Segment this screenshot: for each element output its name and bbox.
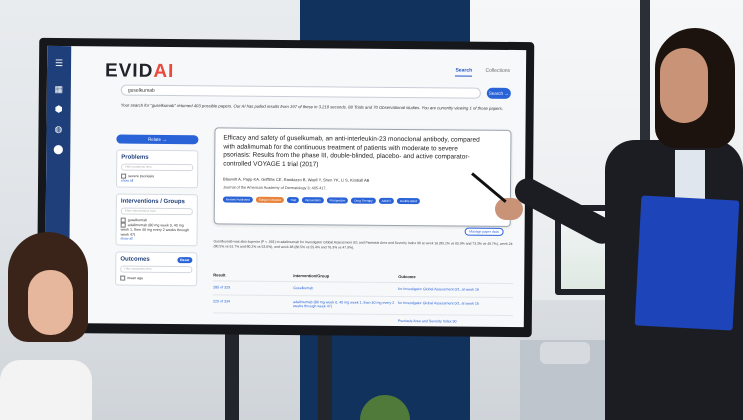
globe-icon[interactable]: ◍	[53, 124, 63, 134]
results-table: Result Intervention/Group Outcome 285 of…	[212, 269, 514, 328]
tv-stand-right	[318, 332, 332, 420]
outcome-cell: for Investigator Global Assessment 0/1, …	[397, 300, 479, 306]
manage-paper-data-button[interactable]: Manage paper data	[464, 227, 504, 236]
intervention-cell: adalimumab (80 mg week 0, 40 mg week 1, …	[292, 299, 395, 309]
search-summary: Your search for "guselkumab" returned 40…	[120, 102, 504, 111]
outcome-item[interactable]: mean age	[120, 276, 192, 282]
evidai-app-screen: ☰ ▦ ⬢ ◍ ⬤ EVIDAI Search Collections guse…	[44, 45, 527, 328]
result-cell: 285 of 329	[213, 285, 231, 290]
intervention-cell	[293, 314, 398, 327]
paper-journal: Journal of the American Academy of Derma…	[222, 185, 327, 191]
paper-authors: Blauvelt A, Papp KA, Griffiths CE, Randa…	[223, 176, 370, 183]
column-header: Intervention/Group	[293, 273, 330, 279]
filter-sidebar: Relate → Problems Filter problems here s…	[115, 134, 199, 293]
paper-tag[interactable]: Review Published	[222, 196, 253, 203]
search-button[interactable]: Search →	[486, 87, 511, 99]
tab-collections[interactable]: Collections	[486, 68, 511, 74]
blue-folder	[634, 195, 740, 331]
paper-title[interactable]: Efficacy and safety of guselkumab, an an…	[223, 134, 483, 170]
intervention-item[interactable]: adalimumab (80 mg week 0, 40 mg week 1, …	[121, 223, 193, 238]
tv-display: ☰ ▦ ⬢ ◍ ⬤ EVIDAI Search Collections guse…	[36, 37, 535, 338]
seated-person-shirt	[0, 360, 92, 420]
outcome-cell: for Investigator Global Assessment 0/1, …	[398, 286, 480, 292]
interventions-filter-input[interactable]: Filter interventions here	[120, 207, 193, 216]
problems-title: Problems	[121, 154, 149, 161]
abstract-excerpt: Guselkumab was also superior (P < .001) …	[213, 239, 513, 250]
paper-tag[interactable]: Double Blind	[396, 197, 421, 205]
outcomes-reset-button[interactable]: Reset	[177, 257, 193, 264]
presenter-face	[660, 48, 708, 123]
menu-icon[interactable]: ☰	[54, 58, 64, 68]
intervention-cell: Guselkumab	[293, 286, 314, 291]
problems-filter-input[interactable]: Filter problems here	[121, 163, 194, 172]
outcomes-filter-input[interactable]: Filter outcomes here	[120, 265, 193, 274]
tab-search[interactable]: Search	[455, 67, 473, 77]
relate-button[interactable]: Relate →	[116, 134, 199, 145]
desk-phone	[540, 342, 590, 364]
problems-show-all-link[interactable]: show all	[121, 179, 193, 184]
paper-tag[interactable]: Trial	[287, 197, 300, 204]
presenter-hand	[495, 198, 523, 220]
pin-icon[interactable]: ⬤	[53, 144, 63, 154]
interventions-panel: Interventions / Groups Filter interventi…	[115, 193, 198, 247]
result-cell: 220 of 334	[212, 298, 231, 304]
top-nav: Search Collections	[443, 67, 511, 77]
problems-panel: Problems Filter problems here severe pso…	[115, 149, 199, 189]
hexagon-icon[interactable]: ⬢	[54, 104, 64, 114]
table-row[interactable]: Psoriasis Area and Severity Index 90	[212, 313, 513, 328]
paper-tag[interactable]: Intervention	[301, 197, 324, 204]
search-input[interactable]: guselkumab	[120, 84, 481, 99]
outcomes-title: Outcomes Reset	[120, 257, 193, 264]
column-header: Result	[213, 272, 226, 278]
grid-icon[interactable]: ▦	[54, 84, 64, 94]
paper-card: Efficacy and safety of guselkumab, an an…	[213, 127, 512, 236]
paper-tag[interactable]: Adult 5	[378, 197, 395, 204]
interventions-title: Interventions / Groups	[120, 198, 185, 206]
paper-tag[interactable]: Subject: Disease	[255, 196, 285, 203]
paper-tags: Review Published Subject: Disease Trial Int…	[222, 196, 421, 205]
result-cell	[213, 313, 293, 326]
paper-tag[interactable]: Drug Therapy	[351, 197, 376, 204]
outcomes-panel: Outcomes Reset Filter outcomes here mean…	[115, 251, 198, 287]
tv-stand-left	[225, 332, 239, 420]
seated-person-face	[28, 270, 73, 335]
column-header: Outcome	[398, 273, 416, 280]
paper-tag[interactable]: Prospective	[326, 197, 349, 204]
app-logo: EVIDAI	[104, 60, 175, 83]
office-scene: ☰ ▦ ⬢ ◍ ⬤ EVIDAI Search Collections guse…	[0, 0, 743, 420]
outcome-cell: Psoriasis Area and Severity Index 90	[397, 318, 457, 324]
interventions-show-all-link[interactable]: show all	[121, 237, 193, 242]
